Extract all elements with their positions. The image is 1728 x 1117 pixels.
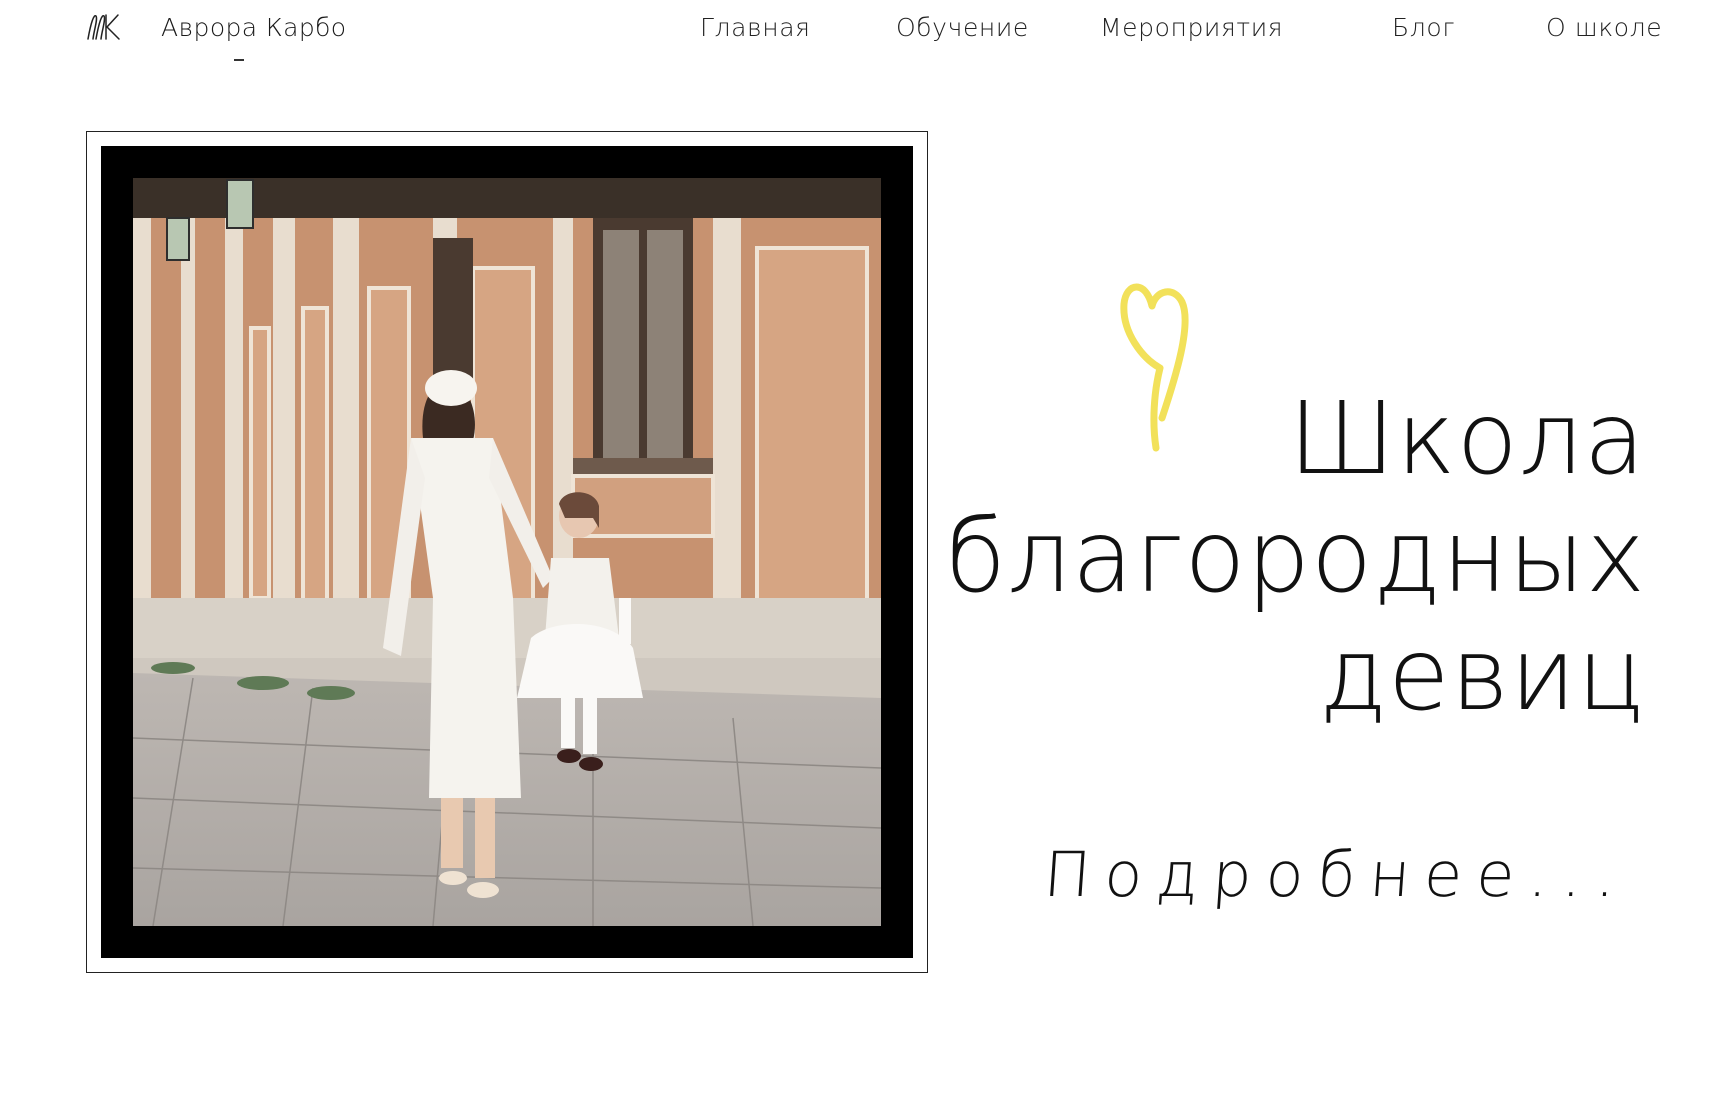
hero-title-line-1: Школа [1288,380,1646,497]
site-header: Аврора Карбо Главная Обучение Мероприяти… [0,0,1728,70]
hero-photo-frame [86,131,928,973]
nav-item-blog[interactable]: Блог [1392,13,1455,42]
photo-mat [101,146,913,958]
hero-title-line-3: девиц [1319,616,1646,733]
brand-name[interactable]: Аврора Карбо [161,13,346,42]
hero-title-line-2: благородных [944,498,1646,615]
hero-title: Школа благородных девиц [886,380,1646,734]
nav-item-events[interactable]: Мероприятия [1100,13,1283,42]
nav-item-about[interactable]: О школе [1546,13,1662,42]
mother-daughter-photo [133,178,881,926]
nav-item-learning[interactable]: Обучение [896,13,1029,42]
more-link[interactable]: Подробнее... [1042,838,1633,911]
ak-monogram-icon[interactable] [85,12,121,42]
brand-underline [234,59,244,61]
nav-item-home[interactable]: Главная [700,13,811,42]
